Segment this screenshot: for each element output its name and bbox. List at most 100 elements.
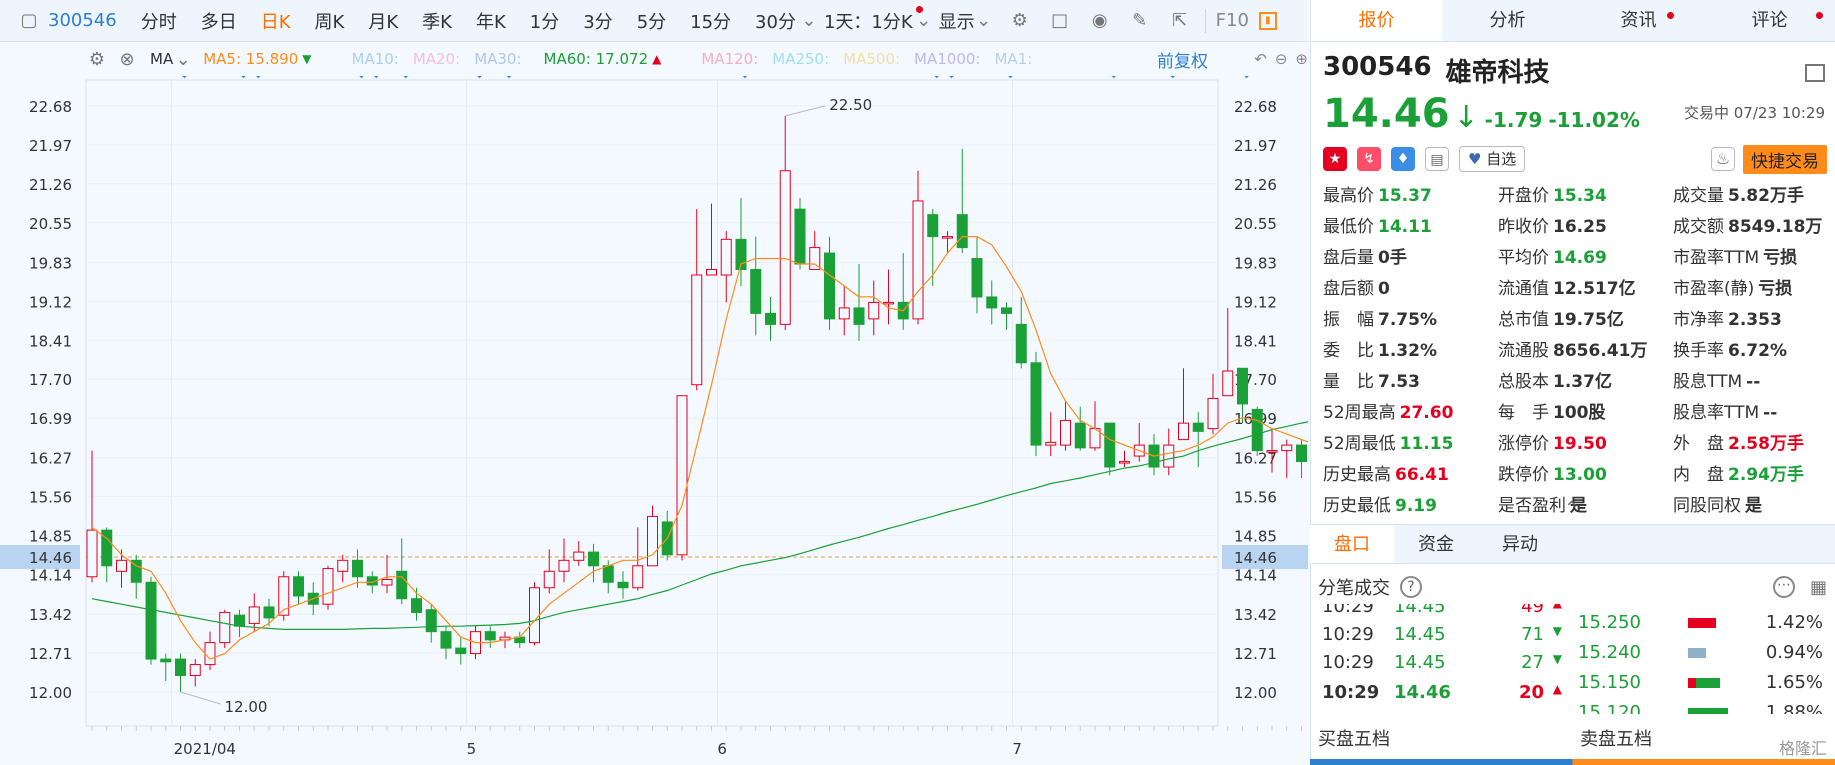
- period-tab-11[interactable]: 30分: [755, 8, 796, 34]
- undo-icon[interactable]: ↶: [1254, 50, 1267, 68]
- tab-quote[interactable]: 报价: [1311, 0, 1442, 41]
- period-tab-7[interactable]: 1分: [530, 8, 559, 34]
- y-tick-label-right: 21.97: [1234, 137, 1277, 155]
- lightning-icon[interactable]: ↯: [1357, 147, 1381, 171]
- candle-body: [189, 664, 201, 677]
- china-flag-icon: ★: [1323, 147, 1347, 171]
- candle-body: [411, 598, 422, 613]
- zoom-in-icon[interactable]: ⊕: [1295, 50, 1308, 68]
- period-tab-10[interactable]: 15分: [690, 8, 731, 34]
- fuquan-selector[interactable]: 前复权: [1157, 47, 1208, 72]
- stat-key: 市盈率TTM: [1673, 248, 1760, 268]
- stat-value: 12.517亿: [1553, 279, 1636, 299]
- candle-body: [1163, 444, 1175, 468]
- note-icon[interactable]: ▤: [1425, 147, 1449, 171]
- event-marker-diamond: [1242, 76, 1251, 79]
- kline-chart[interactable]: 2021/04 5 6 7 22.68 22.68 21.97 21.97 21.26 21.26…: [0, 76, 1308, 765]
- alert-bell-icon[interactable]: ♨: [1711, 147, 1735, 171]
- candle-body: [484, 631, 496, 641]
- chevron-down-icon[interactable]: ⌄: [916, 10, 931, 32]
- stat-cell: 每 手 100股: [1498, 398, 1673, 423]
- pencil-icon[interactable]: ✎: [1129, 10, 1151, 32]
- tab-analysis[interactable]: 分析: [1442, 0, 1573, 41]
- event-marker-diamond: [401, 76, 410, 79]
- zoom-out-icon[interactable]: ⊖: [1275, 50, 1288, 68]
- period-tab-2[interactable]: 日K: [261, 8, 291, 34]
- candle-body: [720, 238, 732, 276]
- stat-value: 亏损: [1758, 279, 1793, 299]
- tab-quote-label: 报价: [1358, 10, 1395, 31]
- period-tab-4[interactable]: 月K: [368, 8, 398, 34]
- add-watchlist-button[interactable]: ♥ 自选: [1459, 146, 1526, 172]
- period-tab-8[interactable]: 3分: [583, 8, 612, 34]
- event-marker-diamond: [372, 76, 381, 79]
- candle-body: [986, 296, 998, 309]
- candle-body: [971, 258, 983, 298]
- candle-body: [234, 614, 245, 627]
- stat-value: 8656.41万: [1553, 341, 1648, 361]
- chevron-down-icon[interactable]: ⌄: [176, 48, 191, 70]
- tab-comments[interactable]: 评论: [1704, 0, 1835, 41]
- stat-cell: 流通值 12.517亿: [1498, 274, 1673, 299]
- candle-body: [175, 658, 186, 677]
- candle-body: [248, 606, 260, 624]
- chevron-down-icon[interactable]: ⌄: [801, 10, 816, 32]
- current-price-label-left: 14.46: [29, 549, 72, 567]
- candle-body: [573, 551, 585, 561]
- display-menu[interactable]: 显示: [939, 8, 975, 34]
- settings-gear-icon[interactable]: ⚙: [1009, 10, 1031, 32]
- candle-body: [750, 269, 762, 314]
- candle-body: [396, 570, 408, 600]
- candle-body: [1030, 362, 1042, 446]
- chevron-up-icon[interactable]: ⌃: [1564, 498, 1579, 519]
- chart-controls: ↶ ⊖ ⊕: [1254, 50, 1308, 68]
- tab-movement[interactable]: 异动: [1478, 525, 1562, 563]
- tab-orderbook[interactable]: 盘口: [1310, 525, 1394, 563]
- stat-cell: 外 盘 2.58万手: [1673, 429, 1835, 454]
- f10-button[interactable]: F10: [1216, 10, 1249, 31]
- quick-trade-button[interactable]: 快捷交易: [1743, 145, 1827, 174]
- tab-capital[interactable]: 资金: [1394, 525, 1478, 563]
- side-panel-icon[interactable]: ▮: [1258, 11, 1277, 30]
- camera-icon[interactable]: ◉: [1089, 10, 1111, 32]
- stat-value: 是: [1745, 496, 1762, 516]
- candle-body: [529, 587, 540, 644]
- candle-body: [543, 570, 555, 589]
- candle-body: [219, 611, 231, 644]
- ma10-label: MA10:: [351, 50, 399, 68]
- candle-body: [1222, 370, 1234, 397]
- candle-body: [956, 214, 968, 249]
- chevron-down-icon[interactable]: ⌄: [976, 10, 991, 32]
- period-tab-5[interactable]: 季K: [422, 8, 452, 34]
- fullscreen-icon[interactable]: ⇱: [1169, 10, 1191, 32]
- period-tab-6[interactable]: 年K: [476, 8, 506, 34]
- y-tick-label-right: 19.12: [1234, 293, 1277, 311]
- stat-key: 最高价: [1323, 186, 1374, 206]
- stock-code: 300546: [1323, 52, 1432, 82]
- x-tick-label: 6: [717, 740, 727, 758]
- candle-body: [425, 609, 437, 633]
- period-tab-1[interactable]: 多日: [201, 8, 237, 34]
- stats-grid: 最高价 15.37 开盘价 15.34 成交量 5.82万手 最低价 14.11 昨收价 16.2…: [1311, 181, 1835, 547]
- period-tab-9[interactable]: 5分: [637, 8, 666, 34]
- tag-icon[interactable]: ♦: [1391, 147, 1415, 171]
- ma-settings-gear-icon[interactable]: ⚙: [86, 48, 108, 70]
- period-tab-0[interactable]: 分时: [141, 8, 177, 34]
- low-annotation: 12.00: [225, 698, 268, 716]
- panel-toggle-icon[interactable]: ▢: [18, 10, 40, 32]
- ma-close-icon[interactable]: ⊗: [116, 48, 138, 70]
- stat-value: 7.75%: [1378, 310, 1437, 330]
- timeframe-selector[interactable]: 1天：1分K: [824, 5, 923, 34]
- layout-square-icon[interactable]: □: [1049, 10, 1071, 32]
- stat-key: 总股本: [1498, 372, 1549, 392]
- period-tab-3[interactable]: 周K: [315, 8, 345, 34]
- stock-code-label: 300546: [48, 10, 117, 31]
- tab-news[interactable]: 资讯: [1573, 0, 1704, 41]
- stat-value: 9.19: [1395, 496, 1437, 516]
- candle-body: [455, 647, 467, 655]
- expand-panel-icon[interactable]: [1805, 64, 1825, 82]
- kline-svg[interactable]: 2021/04 5 6 7 22.68 22.68 21.97 21.97 21.26 21.26…: [0, 76, 1308, 765]
- event-marker-diamond: [932, 76, 941, 79]
- ma-selector[interactable]: MA: [150, 50, 173, 68]
- stat-value: 8549.18万: [1728, 217, 1823, 237]
